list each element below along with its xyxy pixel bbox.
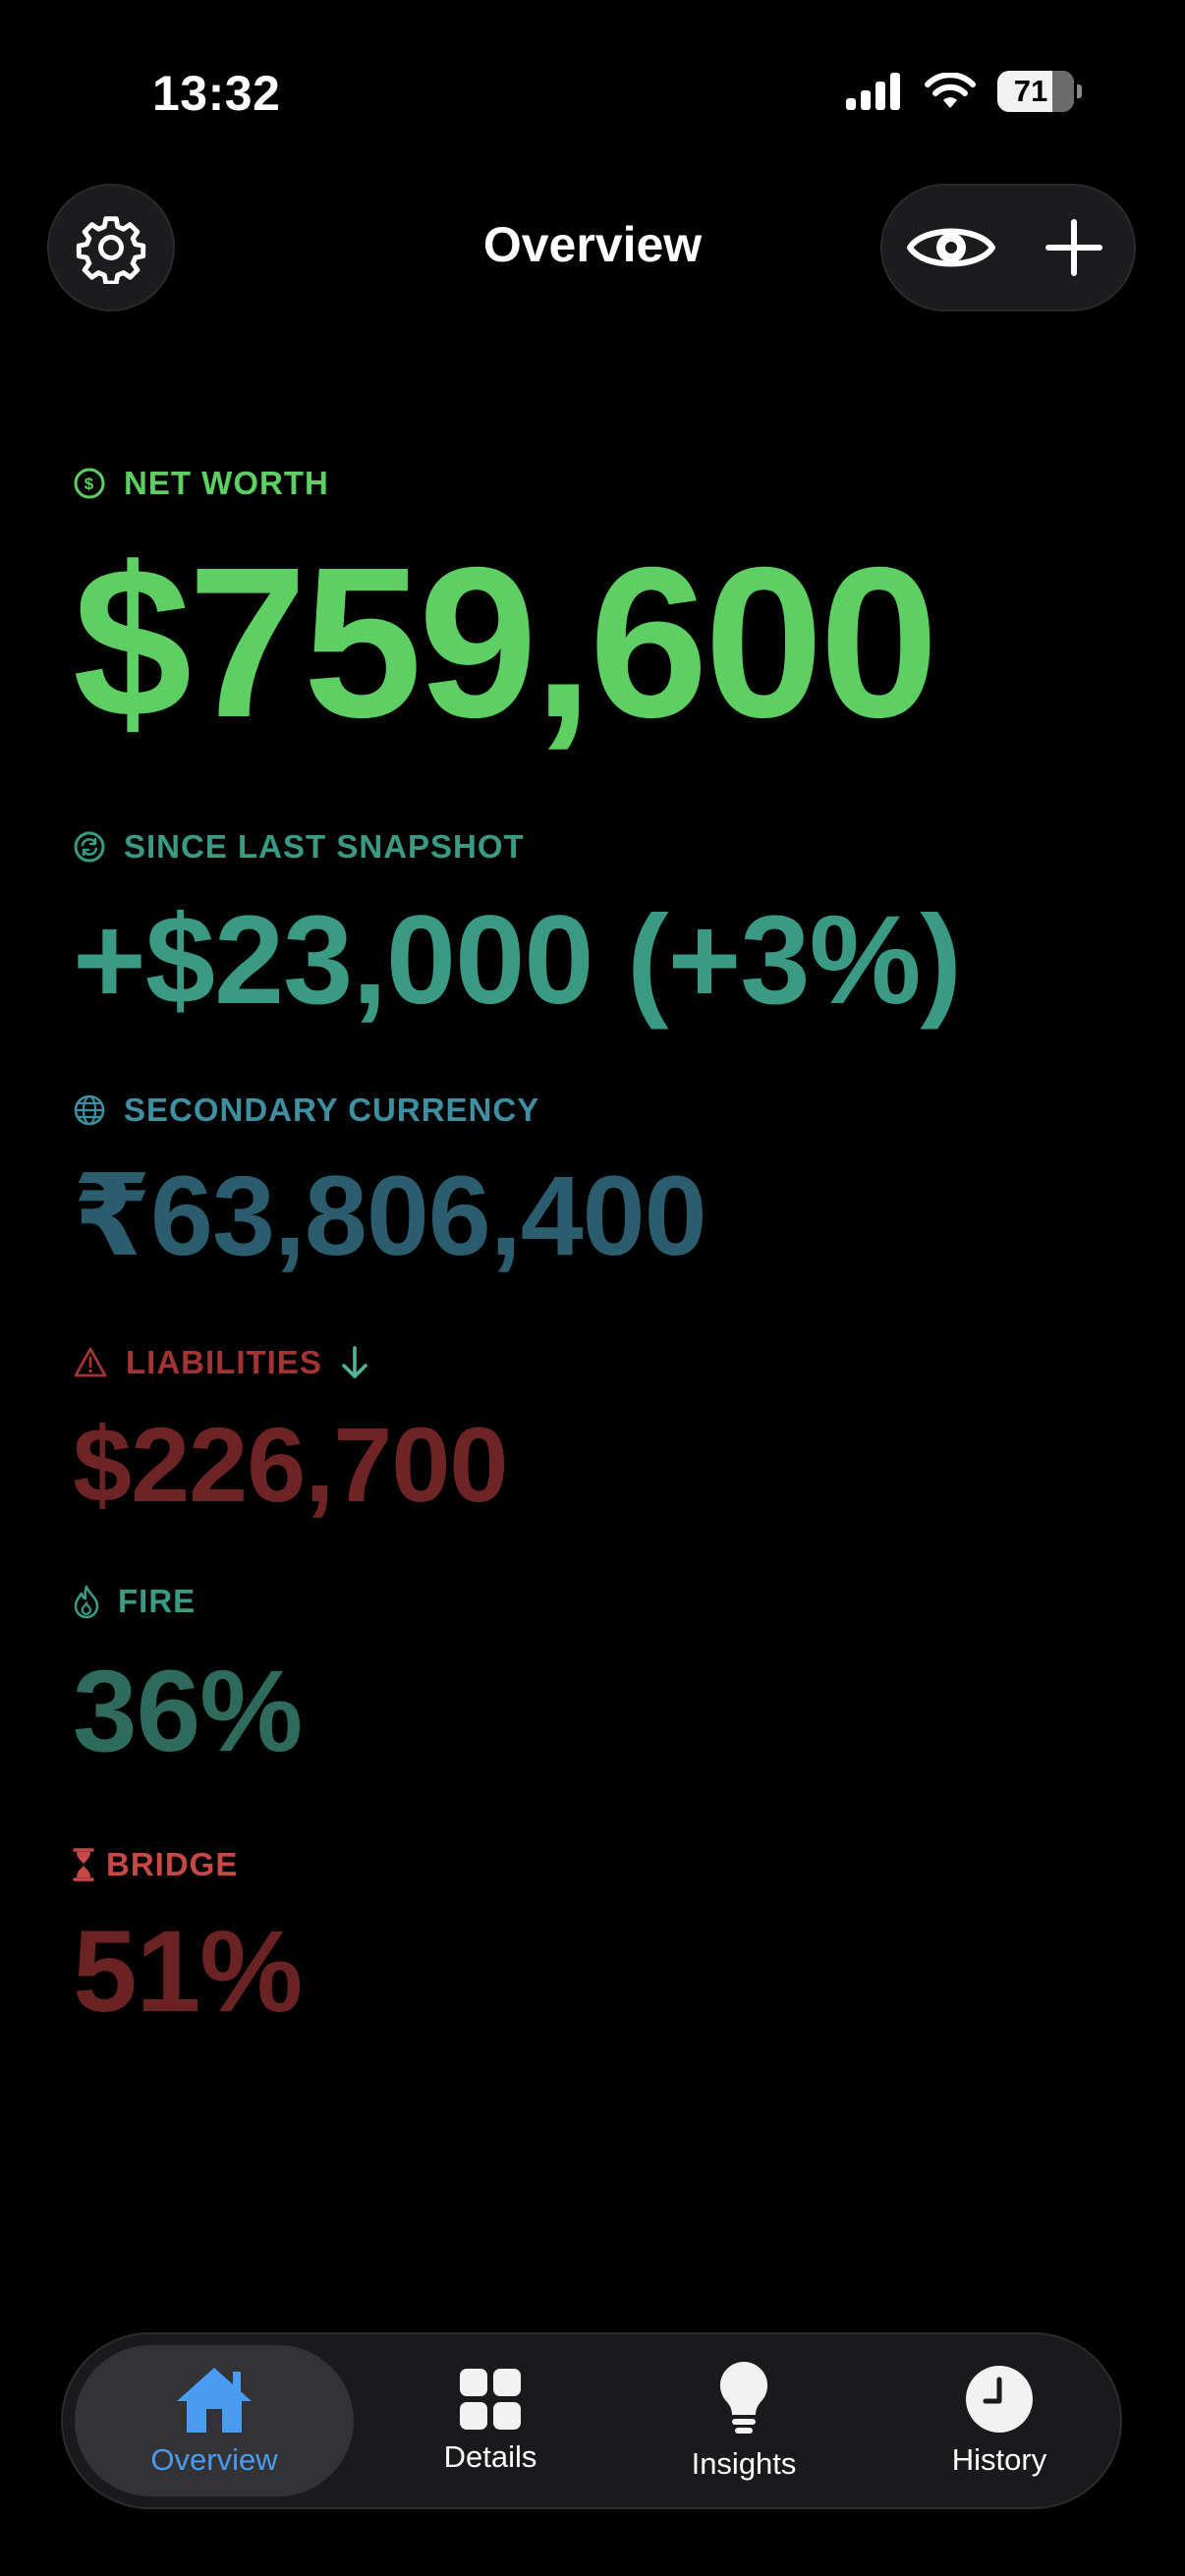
- hourglass-icon: [73, 1848, 94, 1881]
- cellular-signal-icon: [846, 73, 900, 110]
- net-worth-value: $759,600: [73, 524, 938, 762]
- tab-bar: Overview Details Insights History: [61, 2332, 1122, 2509]
- tab-details[interactable]: Details: [389, 2334, 592, 2507]
- grid-icon: [460, 2369, 521, 2430]
- tab-history[interactable]: History: [898, 2334, 1100, 2507]
- liabilities-label: LIABILITIES: [73, 1344, 369, 1381]
- header-actions: [880, 184, 1136, 311]
- battery-level: 71: [1013, 74, 1048, 108]
- tab-insights[interactable]: Insights: [643, 2334, 845, 2507]
- globe-icon: [74, 1094, 105, 1126]
- status-icons: 71: [846, 71, 1082, 112]
- wifi-icon: [925, 73, 976, 108]
- eye-icon: [907, 228, 995, 267]
- fire-label: FIRE: [73, 1583, 196, 1620]
- battery-icon: 71: [997, 71, 1074, 112]
- lightbulb-icon: [719, 2362, 768, 2434]
- liabilities-value: $226,700: [73, 1405, 508, 1524]
- since-last-snapshot-value: +$23,000 (+3%): [73, 890, 962, 1031]
- bridge-value: 51%: [73, 1907, 303, 2037]
- svg-text:$: $: [85, 475, 94, 493]
- secondary-currency-label: SECONDARY CURRENCY: [73, 1092, 539, 1129]
- refresh-circle-icon: [74, 831, 105, 863]
- flame-icon: [74, 1585, 99, 1619]
- status-time: 13:32: [152, 66, 281, 121]
- clock-icon: [966, 2366, 1033, 2433]
- net-worth-label: $ NET WORTH: [73, 465, 329, 502]
- plus-icon: [1045, 219, 1102, 276]
- arrow-down-icon: [342, 1346, 367, 1378]
- dollar-circle-icon: $: [74, 468, 105, 499]
- tab-overview[interactable]: Overview: [75, 2345, 354, 2496]
- house-icon: [177, 2368, 252, 2433]
- add-button[interactable]: [1030, 201, 1118, 294]
- toggle-visibility-button[interactable]: [902, 201, 1000, 294]
- fire-value: 36%: [73, 1647, 303, 1776]
- warning-triangle-icon: [74, 1347, 107, 1377]
- secondary-currency-value: ₹63,806,400: [73, 1153, 707, 1279]
- since-last-snapshot-label: SINCE LAST SNAPSHOT: [73, 828, 525, 866]
- bridge-label: BRIDGE: [73, 1846, 238, 1883]
